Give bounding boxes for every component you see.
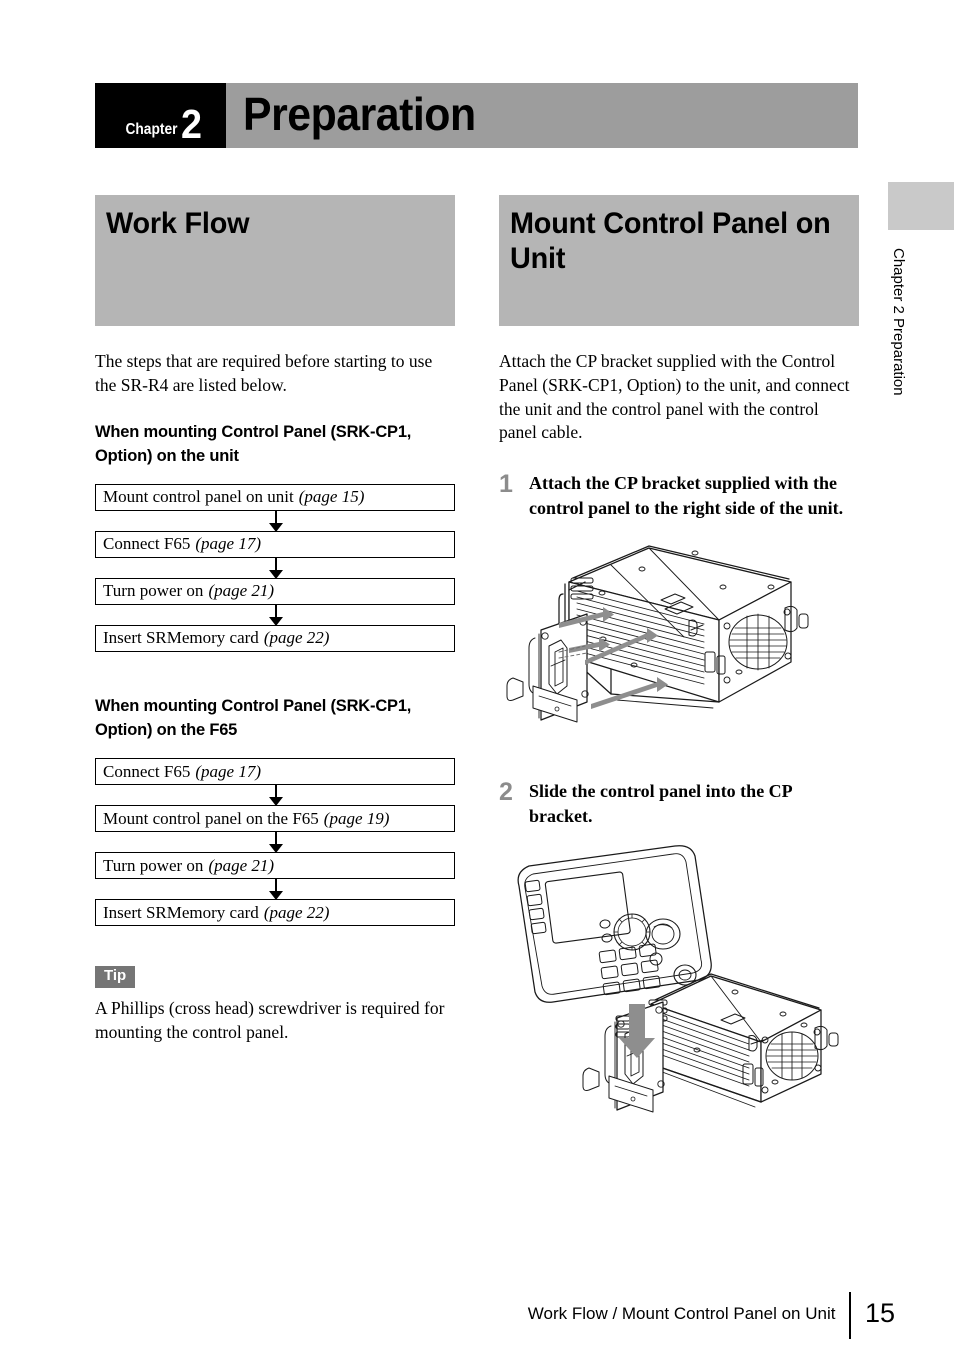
- chapter-title-area: Preparation: [226, 83, 858, 148]
- flow-step-label: Connect F65: [103, 761, 191, 781]
- subheading-mount-on-unit: When mounting Control Panel (SRK-CP1, Op…: [95, 421, 412, 465]
- work-flow-heading: Work Flow: [106, 207, 250, 240]
- flow-step-label: Mount control panel on the F65: [103, 808, 319, 828]
- chapter-number: 2: [181, 100, 203, 147]
- flow-arrow-down-icon: [95, 879, 455, 901]
- work-flow-intro-paragraph: The steps that are required before start…: [95, 351, 433, 395]
- flow-arrow-down-icon: [95, 510, 455, 532]
- flow-step-page-ref: (page 21): [208, 855, 275, 875]
- flow-step-label: Insert SRMemory card: [103, 628, 259, 648]
- work-flow-section-banner: Work Flow: [95, 195, 455, 326]
- step-1-text: Attach the CP bracket supplied with the …: [529, 473, 844, 518]
- tip-text: A Phillips (cross head) screwdriver is r…: [95, 997, 445, 1042]
- footer-section-title: Work Flow / Mount Control Panel on Unit: [527, 1303, 836, 1323]
- right-column: Mount Control Panel on Unit Attach the C…: [499, 195, 859, 1122]
- flow-arrow-down-icon: [95, 604, 455, 626]
- flow-step-page-ref: (page 17): [195, 761, 261, 781]
- footer-divider: [849, 1292, 851, 1339]
- flow-step-label: Turn power on: [103, 855, 204, 875]
- vertical-running-head: Chapter 2 Preparation: [888, 248, 912, 548]
- flow-step-page-ref: (page 22): [263, 628, 330, 648]
- flow-step-page-ref: (page 21): [208, 581, 275, 601]
- step-1: 1 Attach the CP bracket supplied with th…: [499, 471, 859, 520]
- flow-arrow-down-icon: [95, 557, 455, 579]
- flow-step-box: Insert SRMemory card (page 22): [95, 899, 455, 927]
- subheading-mount-on-f65: When mounting Control Panel (SRK-CP1, Op…: [95, 695, 412, 739]
- flowchart-mount-on-f65: Connect F65 (page 17) Mount control pane…: [95, 758, 455, 927]
- step-2-text: Slide the control panel into the CP brac…: [529, 781, 792, 826]
- flow-step-box: Mount control panel on unit (page 15): [95, 483, 455, 511]
- mount-control-panel-intro-paragraph: Attach the CP bracket supplied with the …: [499, 351, 850, 443]
- step-1-number: 1: [499, 470, 513, 499]
- flow-step-label: Mount control panel on unit: [103, 487, 294, 507]
- flow-arrow-down-icon: [95, 785, 455, 807]
- tip-callout: Tip A Phillips (cross head) screwdriver …: [95, 966, 455, 1044]
- tip-badge: Tip: [95, 966, 136, 988]
- vertical-running-head-text: Chapter 2 Preparation: [890, 248, 907, 396]
- step-2-number: 2: [499, 778, 513, 807]
- chapter-number-badge: Chapter 2: [95, 83, 226, 148]
- flow-step-box: Connect F65 (page 17): [95, 758, 455, 786]
- page-footer: Work Flow / Mount Control Panel on Unit …: [0, 1288, 954, 1339]
- left-column: Work Flow The steps that are required be…: [95, 195, 455, 1062]
- chapter-label: Chapter: [125, 121, 178, 138]
- chapter-header-banner: Chapter 2 Preparation: [95, 83, 858, 148]
- flow-step-box: Turn power on (page 21): [95, 577, 455, 605]
- chapter-thumb-tab: [888, 182, 954, 230]
- step-2: 2 Slide the control panel into the CP br…: [499, 779, 859, 828]
- flow-step-page-ref: (page 15): [298, 487, 365, 507]
- flow-step-label: Insert SRMemory card: [103, 902, 259, 922]
- flow-step-box: Turn power on (page 21): [95, 852, 455, 880]
- flow-arrow-down-icon: [95, 832, 455, 854]
- flowchart-mount-on-unit: Mount control panel on unit (page 15) Co…: [95, 483, 455, 652]
- flow-step-page-ref: (page 19): [323, 808, 390, 828]
- flow-step-label: Connect F65: [103, 534, 191, 554]
- flow-step-box: Connect F65 (page 17): [95, 530, 455, 558]
- footer-page-number: 15: [864, 1298, 895, 1328]
- chapter-title: Preparation: [243, 88, 476, 140]
- flow-step-page-ref: (page 17): [195, 534, 261, 554]
- mount-control-panel-heading: Mount Control Panel on Unit: [510, 207, 831, 276]
- flow-step-box: Mount control panel on the F65 (page 19): [95, 805, 455, 833]
- recorder-unit-with-cp-bracket-exploded-diagram: [506, 545, 809, 723]
- flow-step-label: Turn power on: [103, 581, 204, 601]
- control-panel-sliding-into-cp-bracket-diagram: [517, 845, 839, 1113]
- flow-step-page-ref: (page 22): [263, 902, 330, 922]
- flow-step-box: Insert SRMemory card (page 22): [95, 624, 455, 652]
- mount-control-panel-section-banner: Mount Control Panel on Unit: [499, 195, 859, 326]
